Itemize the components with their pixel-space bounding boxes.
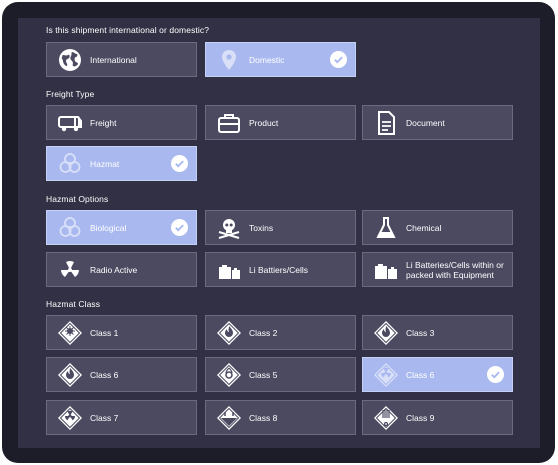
class-5-diamond-icon [215,362,243,388]
option-class-9[interactable]: Class 9 [362,400,513,435]
battery-icon [215,257,243,283]
option-label: Document [406,117,445,128]
option-label: Biological [90,222,127,233]
option-label: Class 6 [90,369,119,380]
globe-icon [56,47,84,73]
option-class-7[interactable]: Class 7 [46,400,197,435]
class-2-diamond-icon [215,320,243,346]
option-label: Class 9 [406,412,435,423]
option-label: Chemical [406,222,442,233]
option-label: Class 8 [249,412,278,423]
option-class-8[interactable]: Class 8 [205,400,356,435]
hazmat-class-heading: Hazmat Class [46,299,101,309]
option-label: Class 6 [406,369,435,380]
option-international[interactable]: International [46,42,197,77]
option-label: Product [249,117,279,128]
option-class-3[interactable]: Class 3 [362,315,513,350]
option-label: Class 1 [90,327,119,338]
option-label: Freight [90,117,117,128]
option-label: Class 5 [249,369,278,380]
freight-type-heading: Freight Type [46,89,95,99]
checkmark-icon [330,51,347,68]
option-biological[interactable]: Biological [46,210,197,245]
option-label: Class 2 [249,327,278,338]
option-class-2[interactable]: Class 2 [205,315,356,350]
flask-icon [372,215,400,241]
option-li-batteries[interactable]: Li Battiers/Cells [205,252,356,287]
class-3-diamond-icon [372,320,400,346]
option-freight[interactable]: Freight [46,105,197,140]
checkmark-icon [171,219,188,236]
document-icon [372,110,400,136]
option-label: International [90,54,137,65]
biohazard-icon [56,151,84,177]
battery-equipment-icon [372,257,400,283]
option-document[interactable]: Document [362,105,513,140]
option-product[interactable]: Product [205,105,356,140]
briefcase-icon [215,110,243,136]
option-class-1[interactable]: Class 1 [46,315,197,350]
class-6-diamond-icon [56,362,84,388]
option-toxins[interactable]: Toxins [205,210,356,245]
option-chemical[interactable]: Chemical [362,210,513,245]
option-label: Class 7 [90,412,119,423]
option-hazmat[interactable]: Hazmat [46,146,197,181]
option-label: Hazmat [90,158,120,169]
option-label: Li Battiers/Cells [249,264,309,275]
option-li-batteries-equipment[interactable]: Li Batteries/Cells within or packed with… [362,252,513,287]
class-1-diamond-icon [56,320,84,346]
option-class-6-radioactive[interactable]: Class 6 [362,357,513,392]
option-label: Domestic [249,54,285,65]
radiation-icon [56,257,84,283]
shipment-scope-question: Is this shipment international or domest… [46,25,210,35]
class-9-diamond-icon [372,405,400,431]
option-class-6[interactable]: Class 6 [46,357,197,392]
location-pin-icon [215,47,243,73]
skull-crossbones-icon [215,215,243,241]
checkmark-icon [487,366,504,383]
option-label: Toxins [249,222,274,233]
shipment-form: Is this shipment international or domest… [18,18,540,448]
option-class-5[interactable]: Class 5 [205,357,356,392]
truck-icon [56,110,84,136]
checkmark-icon [171,155,188,172]
class-8-diamond-icon [215,405,243,431]
biohazard-icon [56,215,84,241]
option-radio-active[interactable]: Radio Active [46,252,197,287]
class-6-radioactive-diamond-icon [372,362,400,388]
option-domestic[interactable]: Domestic [205,42,356,77]
class-7-diamond-icon [56,405,84,431]
option-label: Radio Active [90,264,138,275]
app-frame: Is this shipment international or domest… [2,2,555,463]
hazmat-options-heading: Hazmat Options [46,194,109,204]
option-label: Li Batteries/Cells within or packed with… [406,259,504,280]
option-label: Class 3 [406,327,435,338]
